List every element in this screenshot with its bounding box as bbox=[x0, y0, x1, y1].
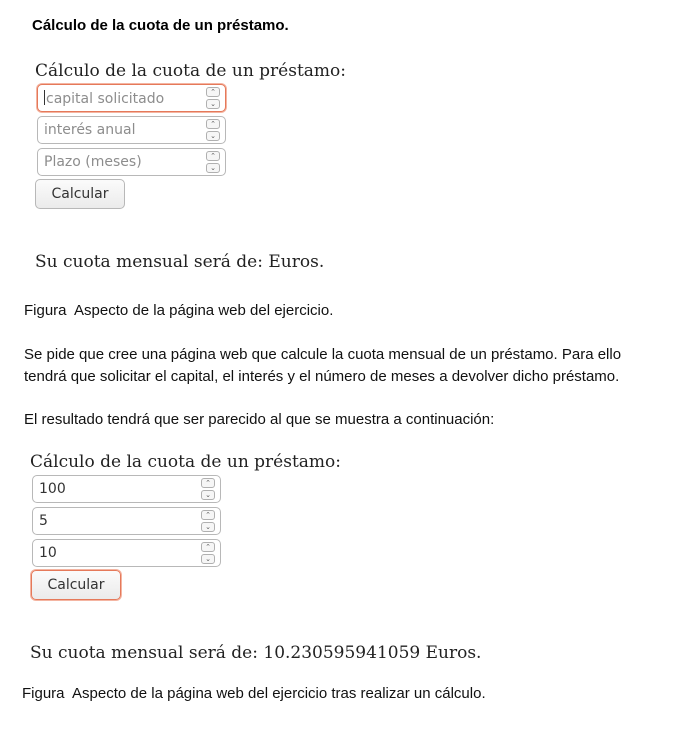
caption-text: Aspecto de la página web del ejercicio t… bbox=[72, 685, 486, 702]
interest-placeholder: interés anual bbox=[44, 122, 136, 138]
text-caret bbox=[44, 89, 45, 105]
chevron-up-icon[interactable]: ⌃ bbox=[201, 510, 215, 520]
term-placeholder: Plazo (meses) bbox=[44, 154, 142, 170]
result-text: Su cuota mensual será de: Euros. bbox=[35, 252, 325, 272]
term-input[interactable]: 10 ⌃ ⌄ bbox=[32, 539, 221, 567]
paragraph: Se pide que cree una página web que calc… bbox=[24, 344, 621, 388]
figure-caption: Figura Aspecto de la página web del ejer… bbox=[24, 301, 333, 321]
calculate-button[interactable]: Calcular bbox=[31, 570, 121, 600]
chevron-down-icon[interactable]: ⌄ bbox=[206, 99, 220, 109]
chevron-up-icon[interactable]: ⌃ bbox=[206, 151, 220, 161]
interest-value: 5 bbox=[39, 513, 48, 529]
spinner-arrows[interactable]: ⌃ ⌄ bbox=[201, 478, 215, 500]
caption-text: Aspecto de la página web del ejercicio. bbox=[74, 302, 334, 319]
interest-input[interactable]: 5 ⌃ ⌄ bbox=[32, 507, 221, 535]
calculate-button[interactable]: Calcular bbox=[35, 179, 125, 209]
spinner-arrows[interactable]: ⌃ ⌄ bbox=[206, 87, 220, 109]
form-title: Cálculo de la cuota de un préstamo: bbox=[30, 452, 342, 472]
chevron-down-icon[interactable]: ⌄ bbox=[201, 554, 215, 564]
chevron-up-icon[interactable]: ⌃ bbox=[206, 87, 220, 97]
chevron-down-icon[interactable]: ⌄ bbox=[201, 490, 215, 500]
chevron-up-icon[interactable]: ⌃ bbox=[201, 542, 215, 552]
paragraph-line: tendrá que solicitar el capital, el inte… bbox=[24, 368, 620, 385]
spinner-arrows[interactable]: ⌃ ⌄ bbox=[206, 151, 220, 173]
figure-caption: Figura Aspecto de la página web del ejer… bbox=[22, 684, 486, 704]
spinner-arrows[interactable]: ⌃ ⌄ bbox=[206, 119, 220, 141]
capital-value: 100 bbox=[39, 481, 66, 497]
caption-label: Figura bbox=[22, 685, 65, 702]
paragraph-line: Se pide que cree una página web que calc… bbox=[24, 346, 622, 363]
form-title: Cálculo de la cuota de un préstamo: bbox=[35, 61, 347, 81]
chevron-up-icon[interactable]: ⌃ bbox=[206, 119, 220, 129]
chevron-up-icon[interactable]: ⌃ bbox=[201, 478, 215, 488]
paragraph: El resultado tendrá que ser parecido al … bbox=[24, 411, 495, 428]
interest-input[interactable]: interés anual ⌃ ⌄ bbox=[37, 116, 226, 144]
caption-label: Figura bbox=[24, 302, 67, 319]
result-text: Su cuota mensual será de: 10.23059594105… bbox=[30, 643, 482, 663]
chevron-down-icon[interactable]: ⌄ bbox=[206, 163, 220, 173]
term-input[interactable]: Plazo (meses) ⌃ ⌄ bbox=[37, 148, 226, 176]
spinner-arrows[interactable]: ⌃ ⌄ bbox=[201, 542, 215, 564]
capital-placeholder: capital solicitado bbox=[44, 89, 165, 107]
page-heading: Cálculo de la cuota de un préstamo. bbox=[32, 17, 289, 34]
term-value: 10 bbox=[39, 545, 57, 561]
chevron-down-icon[interactable]: ⌄ bbox=[201, 522, 215, 532]
chevron-down-icon[interactable]: ⌄ bbox=[206, 131, 220, 141]
capital-input[interactable]: capital solicitado ⌃ ⌄ bbox=[37, 84, 226, 112]
capital-input[interactable]: 100 ⌃ ⌄ bbox=[32, 475, 221, 503]
spinner-arrows[interactable]: ⌃ ⌄ bbox=[201, 510, 215, 532]
